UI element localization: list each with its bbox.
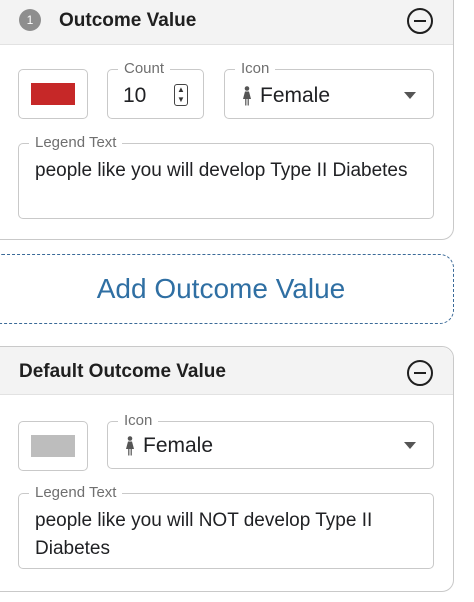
increment-arrow-icon[interactable]: ▲ xyxy=(175,85,187,95)
remove-outcome-button[interactable] xyxy=(407,8,433,34)
add-outcome-value-button[interactable]: Add Outcome Value xyxy=(0,254,454,324)
dropdown-arrow-icon xyxy=(404,442,416,449)
female-person-icon xyxy=(243,86,251,106)
dropdown-arrow-icon xyxy=(404,92,416,99)
default-legend-text-field[interactable]: Legend Text people like you will NOT dev… xyxy=(18,484,434,569)
color-swatch xyxy=(31,83,75,105)
default-icon-select[interactable]: Icon Female xyxy=(107,412,434,469)
icon-select[interactable]: Icon Female xyxy=(224,60,434,119)
remove-default-outcome-button[interactable] xyxy=(407,360,433,386)
outcome-number-badge: 1 xyxy=(19,9,41,31)
legend-text-value[interactable]: people like you will NOT develop Type II… xyxy=(35,507,419,563)
outcome-value-title: Outcome Value xyxy=(59,10,197,31)
default-outcome-value-card: Default Outcome Value Icon Female Legend… xyxy=(0,346,454,592)
decrement-arrow-icon[interactable]: ▼ xyxy=(175,95,187,105)
default-outcome-header: Default Outcome Value xyxy=(0,347,453,395)
color-swatch xyxy=(31,435,75,457)
outcome-value-card: 1 Outcome Value Count 10 ▲ ▼ Icon Female… xyxy=(0,0,454,240)
icon-select-value: Female xyxy=(143,434,214,457)
outcome-color-picker[interactable] xyxy=(18,69,88,119)
legend-text-label: Legend Text xyxy=(29,134,123,152)
count-value: 10 xyxy=(123,84,147,107)
add-outcome-value-label: Add Outcome Value xyxy=(96,273,346,304)
legend-text-value[interactable]: people like you will develop Type II Dia… xyxy=(35,157,419,185)
legend-text-label: Legend Text xyxy=(29,484,123,502)
default-color-picker[interactable] xyxy=(18,421,88,471)
count-stepper[interactable]: Count 10 ▲ ▼ xyxy=(107,60,204,119)
icon-label: Icon xyxy=(235,60,276,78)
icon-select-value: Female xyxy=(260,84,331,107)
default-outcome-title: Default Outcome Value xyxy=(19,361,226,382)
female-person-icon xyxy=(126,436,134,456)
outcome-value-header: 1 Outcome Value xyxy=(0,0,453,45)
count-label: Count xyxy=(118,60,171,78)
count-stepper-arrows[interactable]: ▲ ▼ xyxy=(174,84,188,106)
icon-label: Icon xyxy=(118,412,159,430)
legend-text-field[interactable]: Legend Text people like you will develop… xyxy=(18,134,434,219)
